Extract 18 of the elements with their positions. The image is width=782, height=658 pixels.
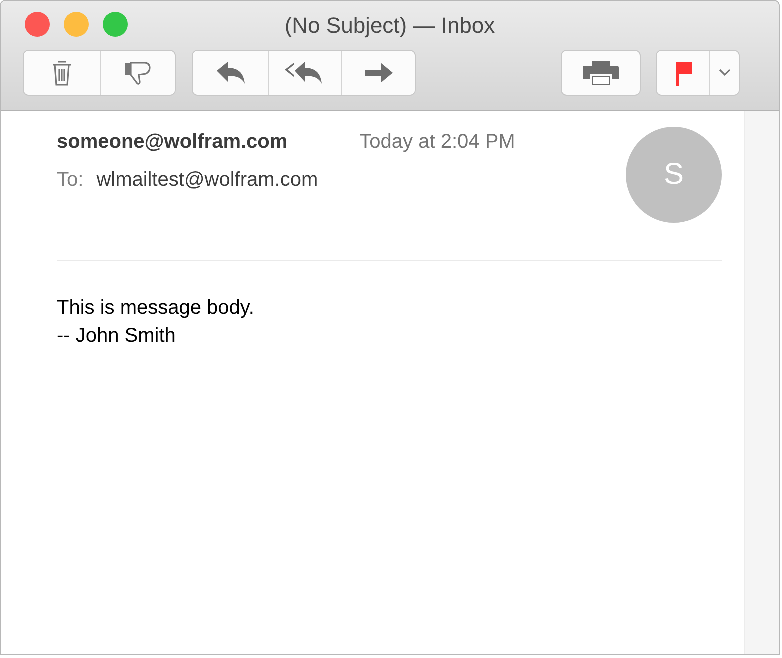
reply-arrow-icon <box>214 60 246 86</box>
body-line: This is message body. <box>57 296 254 321</box>
chevron-down-icon <box>718 69 730 77</box>
forward-arrow-icon <box>362 60 394 86</box>
thumbs-down-icon <box>123 59 153 87</box>
toolbar-button[interactable] <box>341 51 415 95</box>
trash-icon <box>51 59 73 87</box>
sender-address: someone@wolfram.com <box>57 131 288 154</box>
print-button[interactable] <box>562 51 640 95</box>
close-button[interactable] <box>25 12 50 37</box>
toolbar-button[interactable] <box>100 51 175 95</box>
printer-icon <box>582 59 620 87</box>
window-title: (No Subject) — Inbox <box>284 13 496 38</box>
body-line: -- John Smith <box>57 324 176 349</box>
to-label: To: <box>57 169 84 192</box>
message-date: Today at 2:04 PM <box>360 131 516 155</box>
sender-avatar: S <box>626 127 722 223</box>
recipient-address: wlmailtest@wolfram.com <box>96 169 318 192</box>
